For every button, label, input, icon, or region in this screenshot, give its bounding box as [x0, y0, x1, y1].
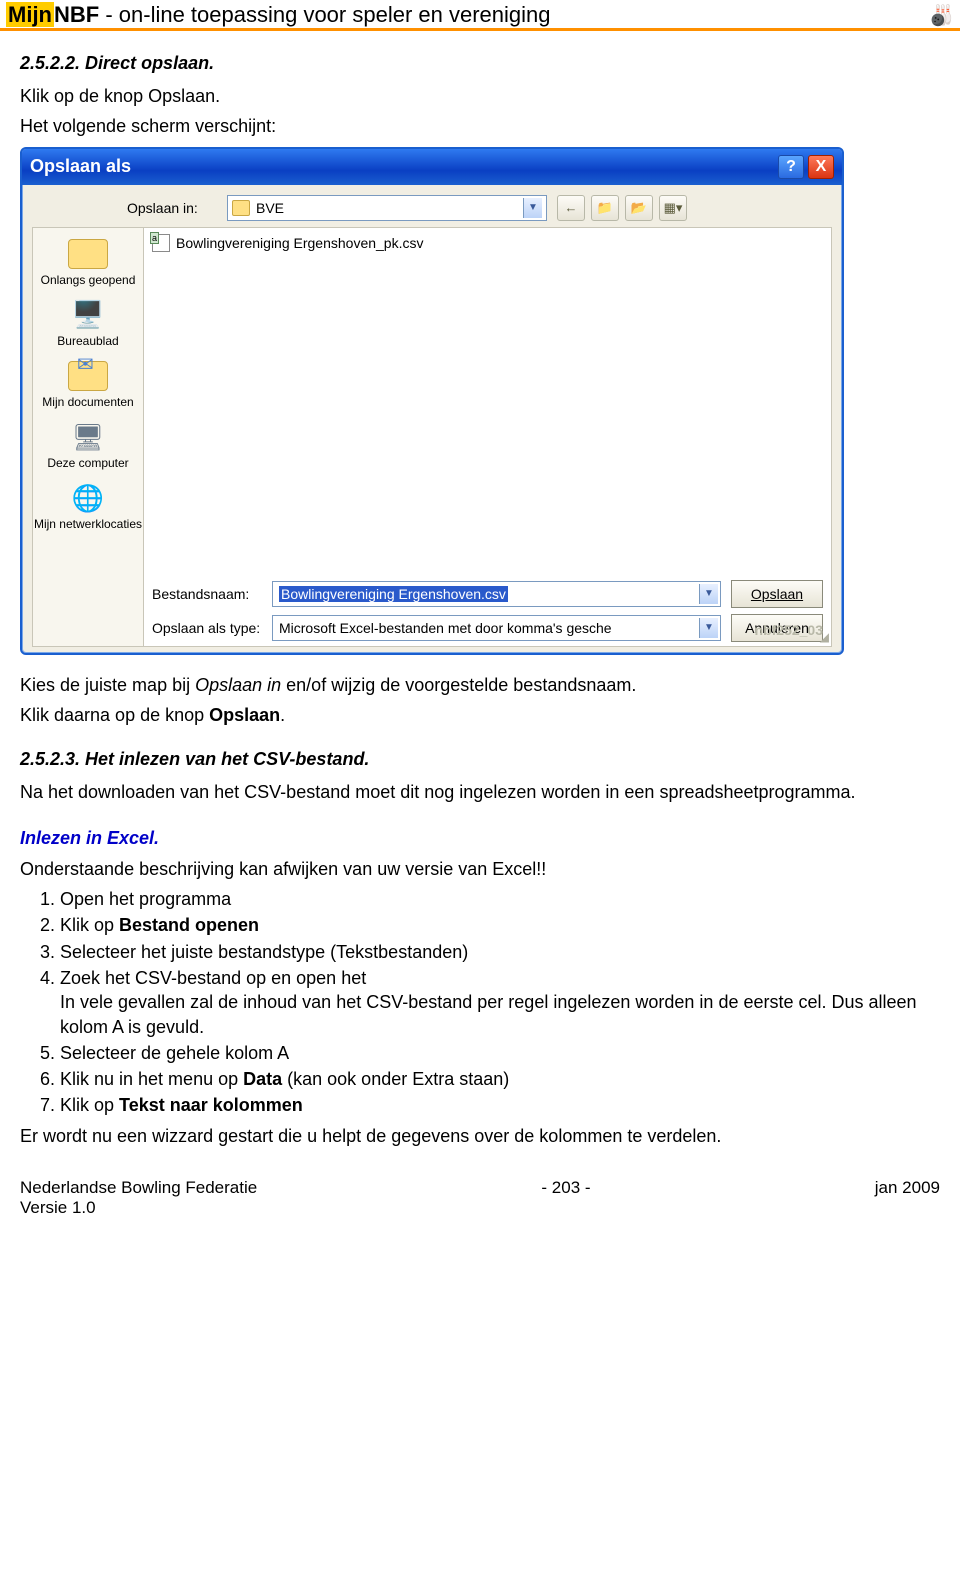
step-3: Selecteer het juiste bestandstype (Tekst… — [60, 940, 940, 964]
header-title: MijnNBF - on-line toepassing voor speler… — [6, 2, 551, 28]
views-icon[interactable]: ▦▾ — [659, 195, 687, 221]
dialog-titlebar: Opslaan als ? X — [22, 149, 842, 185]
footer-org: Nederlandse Bowling Federatie — [20, 1178, 257, 1198]
save-in-value: BVE — [256, 200, 517, 216]
step-6: Klik nu in het menu op Data (kan ook ond… — [60, 1067, 940, 1091]
documents-icon — [68, 361, 108, 391]
dialog-title: Opslaan als — [30, 156, 131, 177]
back-icon[interactable]: ← — [557, 195, 585, 221]
after-dialog-line1: Kies de juiste map bij Opslaan in en/of … — [20, 673, 940, 697]
filename-value: Bowlingvereniging Ergenshoven.csv — [279, 586, 508, 602]
brand-suffix: NBF — [54, 2, 99, 27]
up-folder-icon[interactable]: 📁 — [591, 195, 619, 221]
places-bar: Onlangs geopend 🖥️ Bureaublad Mijn docum… — [32, 227, 143, 647]
file-listing[interactable]: Bowlingvereniging Ergenshoven_pk.csv Bes… — [143, 227, 832, 647]
steps-list: Open het programma Klik op Bestand opene… — [20, 887, 940, 1118]
filetype-value: Microsoft Excel-bestanden met door komma… — [279, 620, 612, 636]
save-as-dialog: Opslaan als ? X Opslaan in: BVE ▼ ← 📁 📂 … — [20, 147, 844, 655]
filename-label: Bestandsnaam: — [152, 586, 262, 602]
csv-intro: Na het downloaden van het CSV-bestand mo… — [20, 780, 940, 804]
help-button[interactable]: ? — [778, 155, 804, 179]
chevron-down-icon[interactable]: ▼ — [523, 198, 542, 218]
page-footer: Nederlandse Bowling Federatie Versie 1.0… — [20, 1178, 940, 1218]
instr-screen-appears: Het volgende scherm verschijnt: — [20, 114, 940, 138]
instr-click-opslaan: Klik op de knop Opslaan. — [20, 84, 940, 108]
place-mydocs[interactable]: Mijn documenten — [42, 358, 133, 409]
footer-date: jan 2009 — [875, 1178, 940, 1218]
step-5: Selecteer de gehele kolom A — [60, 1041, 940, 1065]
csv-file-icon — [152, 234, 170, 252]
filetype-label: Opslaan als type: — [152, 620, 262, 636]
save-button[interactable]: Opslaan — [731, 580, 823, 608]
footer-version: Versie 1.0 — [20, 1198, 257, 1218]
subheading-inlezen-excel: Inlezen in Excel. — [20, 826, 940, 850]
bowling-icon: 🎳 — [929, 3, 954, 28]
place-recent[interactable]: Onlangs geopend — [41, 236, 136, 287]
filetype-dropdown[interactable]: Microsoft Excel-bestanden met door komma… — [272, 615, 721, 641]
section-heading-inlezen-csv: 2.5.2.3. Het inlezen van het CSV-bestand… — [20, 749, 940, 770]
brand-prefix: Mijn — [6, 2, 54, 27]
save-in-label: Opslaan in: — [127, 200, 217, 216]
file-entry-name: Bowlingvereniging Ergenshoven_pk.csv — [176, 235, 423, 251]
chevron-down-icon[interactable]: ▼ — [699, 618, 718, 638]
file-entry[interactable]: Bowlingvereniging Ergenshoven_pk.csv — [152, 234, 823, 252]
dialog-watermark: nbf252_03 — [755, 622, 823, 638]
place-desktop[interactable]: 🖥️ Bureaublad — [57, 297, 118, 348]
after-dialog-line2: Klik daarna op de knop Opslaan. — [20, 703, 940, 727]
folder-icon — [68, 239, 108, 269]
page-header: MijnNBF - on-line toepassing voor speler… — [0, 0, 960, 31]
place-computer[interactable]: 🖥 Deze computer — [47, 419, 128, 470]
section-heading-direct-opslaan: 2.5.2.2. Direct opslaan. — [20, 53, 940, 74]
computer-icon: 🖥 — [67, 419, 109, 455]
excel-disclaimer: Onderstaande beschrijving kan afwijken v… — [20, 857, 940, 881]
close-button[interactable]: X — [808, 155, 834, 179]
header-subtitle: - on-line toepassing voor speler en vere… — [99, 2, 550, 27]
step-7: Klik op Tekst naar kolommen — [60, 1093, 940, 1117]
network-icon: 🌐 — [67, 480, 109, 516]
step-1: Open het programma — [60, 887, 940, 911]
step-2: Klik op Bestand openen — [60, 913, 940, 937]
resize-grip-icon[interactable]: ◢ — [820, 630, 829, 644]
step-4: Zoek het CSV-bestand op en open het In v… — [60, 966, 940, 1039]
save-in-dropdown[interactable]: BVE ▼ — [227, 195, 547, 221]
folder-icon — [232, 200, 250, 216]
wizard-note: Er wordt nu een wizzard gestart die u he… — [20, 1124, 940, 1148]
desktop-icon: 🖥️ — [67, 297, 109, 333]
chevron-down-icon[interactable]: ▼ — [699, 584, 718, 604]
place-network[interactable]: 🌐 Mijn netwerklocaties — [34, 480, 142, 531]
filename-field[interactable]: Bowlingvereniging Ergenshoven.csv ▼ — [272, 581, 721, 607]
footer-page-number: - 203 - — [541, 1178, 590, 1218]
new-folder-icon[interactable]: 📂 — [625, 195, 653, 221]
